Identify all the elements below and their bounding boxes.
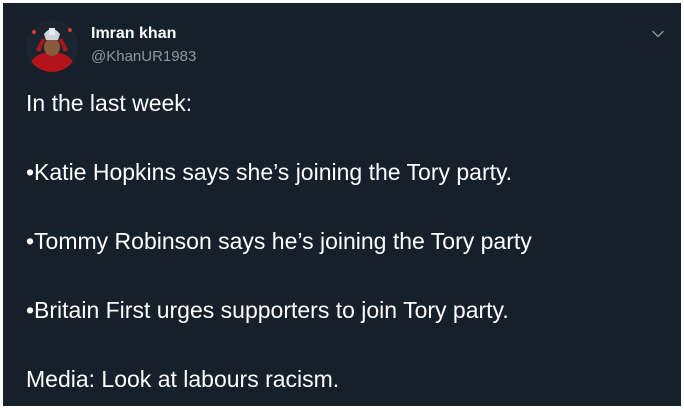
- tweet-line: •Tommy Robinson says he’s joining the To…: [26, 228, 532, 254]
- tweet-line: •Katie Hopkins says she’s joining the To…: [26, 159, 513, 185]
- tweet-line: In the last week:: [26, 90, 193, 116]
- tweet-line: •Britain First urges supporters to join …: [26, 297, 509, 323]
- profile-photo-icon: [26, 20, 78, 72]
- avatar[interactable]: [26, 20, 78, 72]
- tweet-card: Imran khan @KhanUR1983 In the last week:…: [3, 3, 681, 406]
- chevron-down-icon: [652, 30, 664, 38]
- author-handle[interactable]: @KhanUR1983: [91, 48, 196, 66]
- author-name[interactable]: Imran khan: [91, 24, 176, 44]
- tweet-menu-button[interactable]: [647, 23, 669, 45]
- tweet-line: Media: Look at labours racism.: [26, 366, 340, 392]
